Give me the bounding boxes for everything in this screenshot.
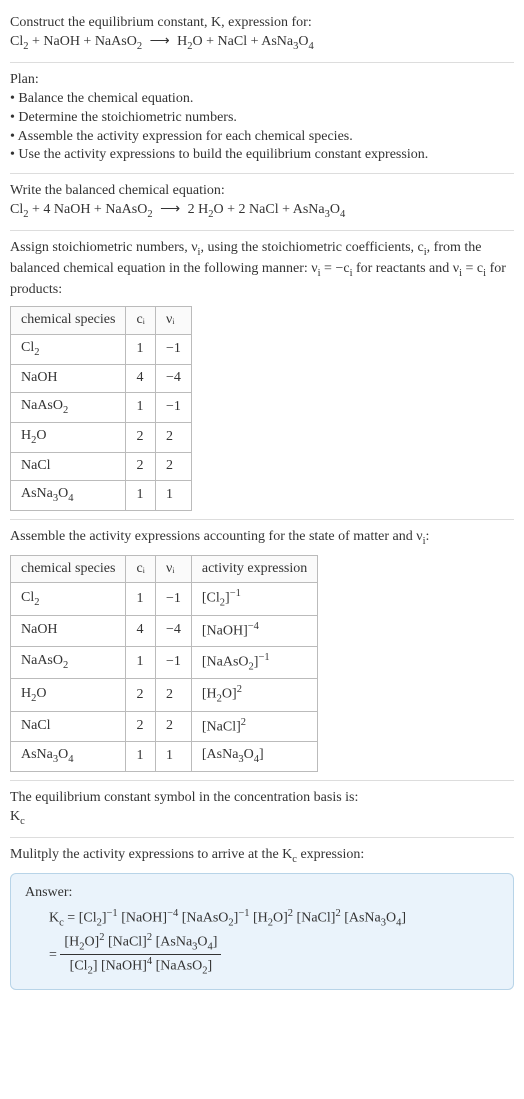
col-c: cᵢ: [126, 307, 156, 335]
table-row: Cl21−1[Cl2]−1: [11, 583, 318, 616]
arrow-icon: ⟶: [156, 202, 188, 217]
plan-item: • Assemble the activity expression for e…: [10, 128, 514, 147]
balanced-section: Write the balanced chemical equation: Cl…: [10, 174, 514, 231]
balanced-heading: Write the balanced chemical equation:: [10, 182, 514, 201]
activity-text: Assemble the activity expressions accoun…: [10, 528, 514, 549]
intro-line: Construct the equilibrium constant, K, e…: [10, 14, 514, 33]
table-row: NaOH4−4[NaOH]−4: [11, 616, 318, 647]
table-header-row: chemical species cᵢ νᵢ activity expressi…: [11, 555, 318, 583]
fraction: [H2O]2 [NaCl]2 [AsNa3O4] [Cl2] [NaOH]4 […: [60, 931, 221, 979]
table-row: NaCl22[NaCl]2: [11, 711, 318, 742]
plan-item: • Balance the chemical equation.: [10, 90, 514, 109]
table-row: NaCl22: [11, 452, 192, 480]
intro-section: Construct the equilibrium constant, K, e…: [10, 6, 514, 63]
plan-heading: Plan:: [10, 71, 514, 90]
col-species: chemical species: [11, 307, 126, 335]
table-row: NaAsO21−1[NaAsO2]−1: [11, 646, 318, 679]
balanced-equation: Cl2 + 4 NaOH + NaAsO2 ⟶ 2 H2O + 2 NaCl +…: [10, 201, 514, 222]
plan-item: • Use the activity expressions to build …: [10, 146, 514, 165]
table-row: Cl21−1: [11, 334, 192, 364]
fraction-numerator: [H2O]2 [NaCl]2 [AsNa3O4]: [60, 931, 221, 956]
answer-section: Mulitply the activity expressions to arr…: [10, 838, 514, 998]
stoich-text: Assign stoichiometric numbers, νi, using…: [10, 239, 514, 300]
table-row: AsNa3O411: [11, 480, 192, 510]
activity-section: Assemble the activity expressions accoun…: [10, 520, 514, 782]
fraction-denominator: [Cl2] [NaOH]4 [NaAsO2]: [60, 955, 221, 979]
table-row: H2O22[H2O]2: [11, 679, 318, 712]
stoich-section: Assign stoichiometric numbers, νi, using…: [10, 231, 514, 519]
arrow-icon: ⟶: [146, 34, 178, 49]
table-row: H2O22: [11, 422, 192, 452]
table-row: AsNa3O411[AsNa3O4]: [11, 742, 318, 772]
activity-table: chemical species cᵢ νᵢ activity expressi…: [10, 555, 318, 773]
plan-section: Plan: • Balance the chemical equation. •…: [10, 63, 514, 174]
answer-line2: = [H2O]2 [NaCl]2 [AsNa3O4] [Cl2] [NaOH]4…: [25, 931, 499, 979]
answer-line1: Kc = [Cl2]−1 [NaOH]−4 [NaAsO2]−1 [H2O]2 …: [25, 907, 499, 931]
stoich-table: chemical species cᵢ νᵢ Cl21−1 NaOH4−4 Na…: [10, 306, 192, 511]
col-v: νᵢ: [155, 307, 191, 335]
multiply-text: Mulitply the activity expressions to arr…: [10, 846, 514, 867]
kc-text: The equilibrium constant symbol in the c…: [10, 789, 514, 808]
table-header-row: chemical species cᵢ νᵢ: [11, 307, 192, 335]
table-row: NaAsO21−1: [11, 392, 192, 422]
kc-symbol: Kc: [10, 808, 514, 829]
table-row: NaOH4−4: [11, 364, 192, 392]
plan-item: • Determine the stoichiometric numbers.: [10, 109, 514, 128]
answer-box: Answer: Kc = [Cl2]−1 [NaOH]−4 [NaAsO2]−1…: [10, 873, 514, 990]
kc-symbol-section: The equilibrium constant symbol in the c…: [10, 781, 514, 838]
answer-label: Answer:: [25, 884, 499, 903]
intro-equation: Cl2 + NaOH + NaAsO2 ⟶ H2O + NaCl + AsNa3…: [10, 33, 514, 54]
